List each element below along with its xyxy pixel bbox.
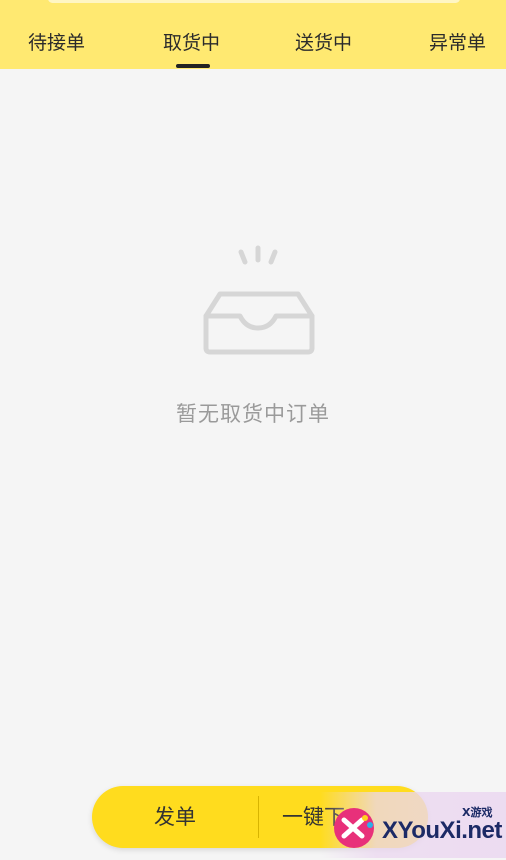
tab-exception[interactable]: 异常单 [429,28,486,58]
watermark-brand: XYouXi.net [382,817,502,844]
game-controller-logo [334,808,374,848]
empty-state-message: 暂无取货中订单 [176,402,330,426]
tab-picking-up[interactable]: 取货中 [163,28,220,58]
empty-inbox-icon [203,245,315,355]
top-strip [48,0,460,3]
tab-delivering[interactable]: 送货中 [295,28,352,58]
order-status-tabbar: 待接单 取货中 送货中 异常单 [0,0,506,69]
action-divider [258,796,259,838]
watermark-tag: X游戏 [462,806,493,819]
tab-pending-accept[interactable]: 待接单 [28,28,85,58]
dispatch-order-button[interactable]: 发单 [92,786,258,848]
active-tab-indicator [176,64,210,68]
